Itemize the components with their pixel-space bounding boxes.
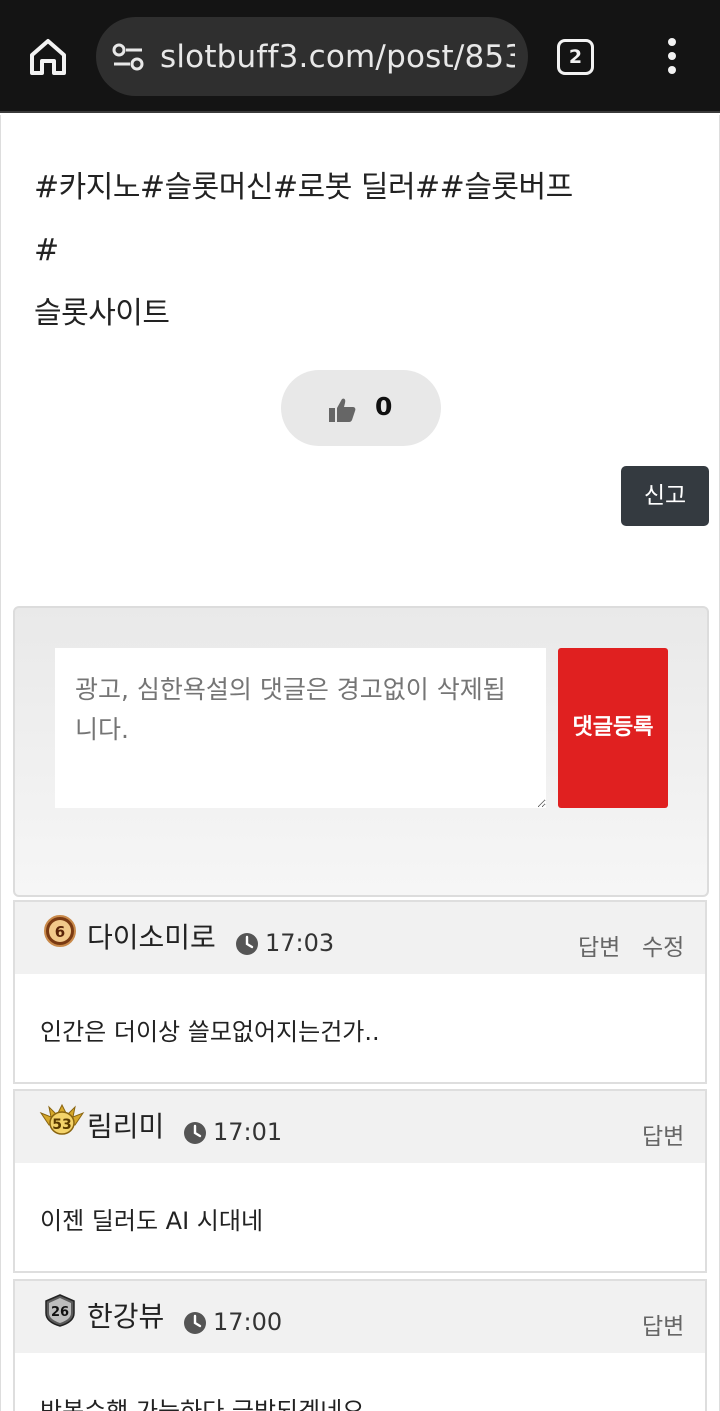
- report-button[interactable]: 신고: [621, 466, 709, 526]
- reply-button[interactable]: 답변: [578, 928, 620, 962]
- tags-line: #카지노#슬롯머신#로봇 딜러##슬롯버프#: [34, 170, 573, 268]
- clock-icon: [236, 933, 258, 955]
- thumbs-up-icon: [329, 398, 356, 422]
- comment-author[interactable]: 림리미: [87, 1105, 164, 1145]
- reply-button[interactable]: 답변: [642, 1307, 684, 1341]
- address-bar[interactable]: slotbuff3.com/post/8536: [96, 17, 528, 96]
- level-number: 26: [51, 1305, 69, 1320]
- post-tags: #카지노#슬롯머신#로봇 딜러##슬롯버프# 슬롯사이트: [34, 156, 594, 345]
- comment-author[interactable]: 다이소미로: [87, 916, 216, 956]
- browser-toolbar: slotbuff3.com/post/8536 2: [0, 0, 720, 113]
- url-text[interactable]: slotbuff3.com/post/8536: [160, 39, 515, 75]
- comment-text: 반복수행 가능하다 금방되겠네요: [40, 1397, 365, 1411]
- reply-button[interactable]: 답변: [642, 1117, 684, 1151]
- clock-icon: [184, 1312, 206, 1334]
- like-button[interactable]: 0: [281, 370, 441, 446]
- edit-button[interactable]: 수정: [642, 928, 684, 962]
- like-count: 0: [375, 392, 393, 421]
- tab-switcher-button[interactable]: 2: [557, 39, 594, 75]
- clock-icon: [184, 1122, 206, 1144]
- comment-submit-button[interactable]: 댓글등록: [558, 648, 668, 808]
- comment-item: 26 한강뷰 17:00 답변 반복수행 가능하다 금방되겠네요: [13, 1279, 707, 1411]
- level-badge-icon: 53: [39, 1103, 85, 1135]
- tags-line: 슬롯사이트: [34, 296, 170, 331]
- home-icon[interactable]: [26, 35, 70, 79]
- comment-time: 17:03: [265, 929, 335, 957]
- comment-form: 댓글등록: [13, 606, 709, 897]
- kebab-menu-icon[interactable]: [660, 38, 684, 78]
- level-number: 53: [52, 1117, 71, 1133]
- level-badge-icon: 26: [45, 1294, 75, 1327]
- comment-time: 17:00: [213, 1308, 283, 1336]
- page-content: #카지노#슬롯머신#로봇 딜러##슬롯버프# 슬롯사이트 0 신고 댓글등록 6…: [0, 115, 720, 1411]
- comment-input[interactable]: [55, 648, 546, 808]
- comment-text: 이젠 딜러도 AI 시대네: [40, 1207, 264, 1235]
- comment-header: 26 한강뷰 17:00 답변: [15, 1281, 705, 1353]
- comment-time: 17:01: [213, 1118, 283, 1146]
- comment-item: 53 림리미 17:01 답변 이젠 딜러도 AI 시대네: [13, 1089, 707, 1273]
- comment-text: 인간은 더이상 쓸모없어지는건가..: [40, 1018, 380, 1046]
- level-number: 6: [55, 923, 65, 941]
- comment-header: 6 다이소미로 17:03 답변 수정: [15, 902, 705, 974]
- comment-header: 53 림리미 17:01 답변: [15, 1091, 705, 1163]
- tune-icon[interactable]: [112, 42, 144, 72]
- comment-item: 6 다이소미로 17:03 답변 수정 인간은 더이상 쓸모없어지는건가..: [13, 900, 707, 1084]
- level-badge-icon: 6: [44, 915, 76, 947]
- comment-author[interactable]: 한강뷰: [87, 1295, 164, 1335]
